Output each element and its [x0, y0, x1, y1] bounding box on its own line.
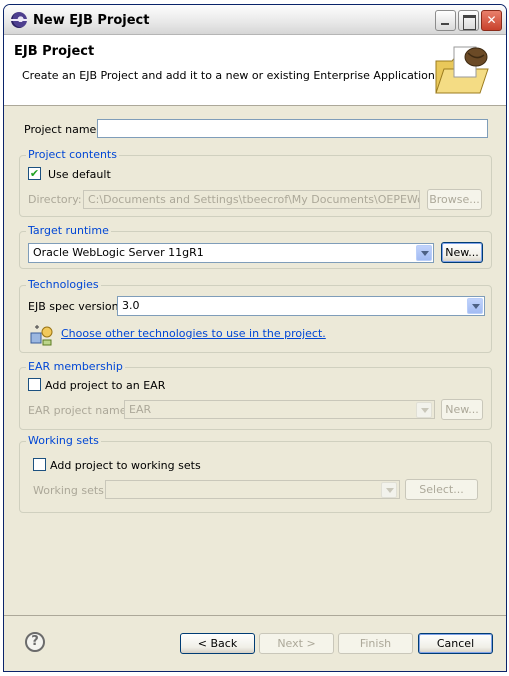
technologies-title: Technologies — [26, 278, 101, 291]
next-button[interactable]: Next > — [259, 633, 334, 654]
target-runtime-title: Target runtime — [26, 224, 111, 237]
working-sets-select[interactable] — [105, 480, 400, 499]
chevron-down-icon[interactable] — [381, 482, 397, 498]
add-to-ear-label: Add project to an EAR — [45, 379, 166, 392]
folder-bean-icon — [435, 46, 489, 94]
add-to-ear-checkbox[interactable] — [28, 378, 41, 391]
directory-label: Directory: — [28, 193, 82, 206]
back-button[interactable]: < Back — [180, 633, 255, 654]
choose-technologies-link[interactable]: Choose other technologies to use in the … — [61, 327, 326, 340]
project-name-label: Project name: — [24, 123, 101, 136]
project-name-input[interactable] — [97, 119, 488, 138]
ejb-spec-select[interactable]: 3.0 — [117, 296, 485, 316]
chevron-down-icon[interactable] — [467, 298, 483, 314]
ear-membership-title: EAR membership — [26, 360, 125, 373]
footer-divider — [4, 615, 506, 616]
use-default-label: Use default — [48, 168, 111, 181]
minimize-button[interactable] — [435, 10, 456, 31]
banner-title: EJB Project — [14, 44, 95, 59]
ear-new-button[interactable]: New... — [441, 399, 483, 420]
title-bar: New EJB Project ✕ — [4, 5, 506, 35]
working-sets-title: Working sets — [26, 434, 101, 447]
wizard-banner: EJB Project Create an EJB Project and ad… — [4, 35, 506, 106]
ejb-spec-label: EJB spec version: — [28, 300, 123, 313]
browse-button[interactable]: Browse... — [427, 189, 482, 210]
directory-input[interactable]: C:\Documents and Settings\tbeecrof\My Do… — [83, 190, 420, 209]
chevron-down-icon[interactable] — [416, 402, 432, 418]
ear-project-name-select[interactable]: EAR — [124, 400, 435, 419]
cancel-button[interactable]: Cancel — [418, 633, 493, 654]
chevron-down-icon[interactable] — [416, 245, 432, 261]
eclipse-icon — [11, 12, 27, 28]
select-working-sets-button[interactable]: Select... — [405, 479, 478, 500]
technologies-icon — [30, 325, 53, 346]
add-to-working-sets-checkbox[interactable] — [33, 458, 46, 471]
finish-button[interactable]: Finish — [338, 633, 413, 654]
help-icon[interactable]: ? — [25, 632, 45, 652]
working-sets-group — [19, 441, 492, 513]
runtime-new-button[interactable]: New... — [441, 242, 483, 263]
add-to-working-sets-label: Add project to working sets — [50, 459, 201, 472]
project-contents-title: Project contents — [26, 148, 119, 161]
window-title: New EJB Project — [33, 13, 150, 28]
ear-project-name-label: EAR project name: — [28, 404, 131, 417]
target-runtime-select[interactable]: Oracle WebLogic Server 11gR1 — [28, 243, 434, 263]
maximize-button[interactable] — [458, 10, 479, 31]
banner-description: Create an EJB Project and add it to a ne… — [22, 69, 439, 82]
ear-membership-group — [19, 367, 492, 430]
new-ejb-project-dialog: New EJB Project ✕ EJB Project Create an … — [3, 4, 507, 672]
use-default-checkbox[interactable]: ✔ — [28, 167, 41, 180]
close-button[interactable]: ✕ — [481, 10, 502, 31]
working-sets-label: Working sets: — [33, 484, 108, 497]
